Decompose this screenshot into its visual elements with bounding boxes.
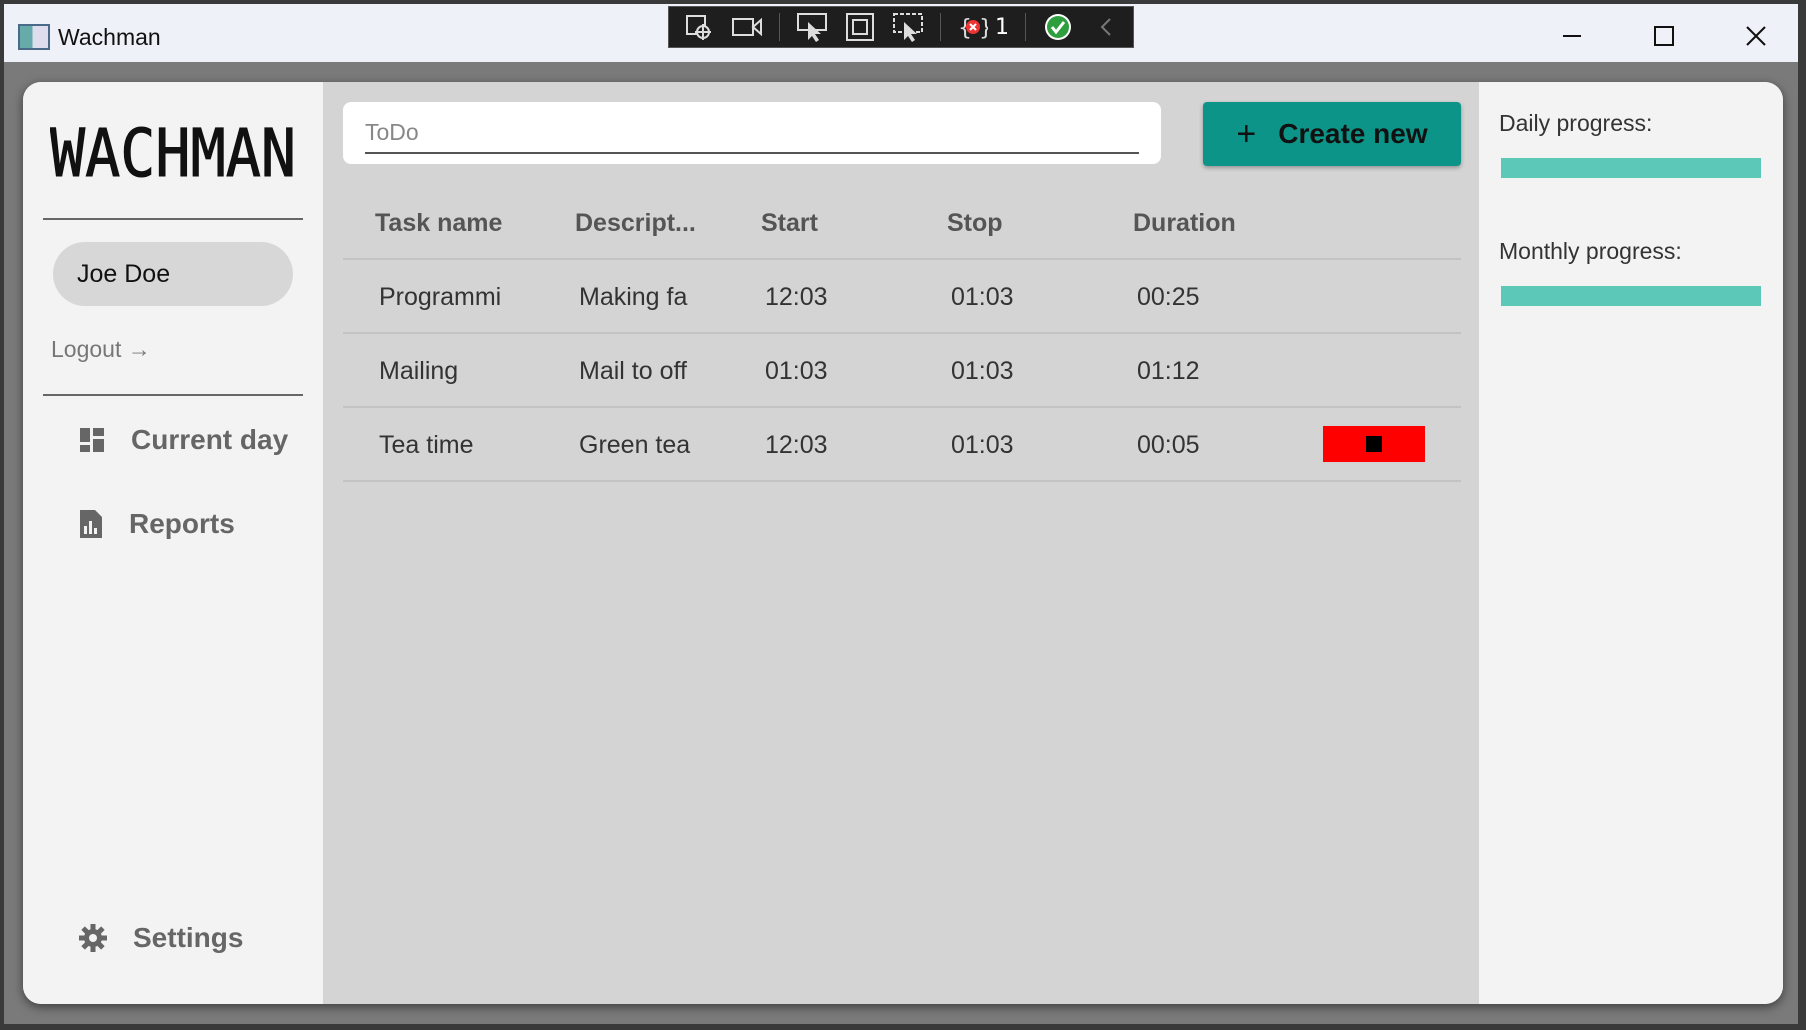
task-duration-cell: 00:05 <box>1137 430 1200 459</box>
close-icon <box>1746 26 1766 46</box>
daily-progress-fill <box>1501 158 1761 178</box>
progress-panel: Daily progress: Monthly progress: <box>1479 82 1783 1004</box>
plus-icon: + <box>1236 114 1257 153</box>
column-header[interactable]: Start <box>761 186 881 260</box>
binding-failures-icon[interactable]: {} <box>957 13 989 41</box>
task-duration-cell: 01:12 <box>1137 356 1200 385</box>
report-icon <box>80 510 102 538</box>
sidebar-divider <box>43 394 303 396</box>
sidebar: WACHMAN Joe Doe Logout → Current day Rep… <box>23 82 323 1004</box>
task-start-cell: 12:03 <box>765 282 828 311</box>
table-row[interactable]: Mailing Mail to off 01:03 01:03 01:12 <box>343 334 1461 408</box>
maximize-icon <box>1654 26 1674 46</box>
select-element-icon[interactable] <box>683 13 715 41</box>
nav-label: Settings <box>133 922 244 953</box>
task-stop-cell: 01:03 <box>951 356 1014 385</box>
hot-reload-ok-icon[interactable] <box>1042 13 1074 41</box>
task-stop-cell: 01:03 <box>951 282 1014 311</box>
table-row[interactable]: Tea time Green tea 12:03 01:03 00:05 <box>343 408 1461 482</box>
task-description-cell: Making fa <box>579 282 688 311</box>
app-card: WACHMAN Joe Doe Logout → Current day Rep… <box>23 82 1783 1004</box>
task-description-cell: Mail to off <box>579 356 687 385</box>
user-chip[interactable]: Joe Doe <box>53 242 293 306</box>
svg-text:}: } <box>979 16 988 41</box>
nav-reports[interactable]: Reports <box>79 508 235 540</box>
collapse-icon[interactable] <box>1090 13 1122 41</box>
nav-settings[interactable]: Settings <box>79 922 243 954</box>
task-start-cell: 01:03 <box>765 356 828 385</box>
dashboard-icon <box>80 428 104 452</box>
minimize-button[interactable] <box>1532 12 1612 60</box>
stop-icon <box>1366 436 1382 452</box>
toolbar-separator <box>940 13 941 41</box>
app-window: Wachman {} 1 <box>0 0 1806 1030</box>
minimize-icon <box>1563 35 1581 37</box>
create-new-button[interactable]: + Create new <box>1203 102 1461 166</box>
toolbar-separator <box>1025 13 1026 41</box>
monthly-progress-bar <box>1501 286 1761 306</box>
column-header[interactable]: Task name <box>375 186 515 260</box>
record-icon[interactable] <box>731 13 763 41</box>
task-description-cell: Green tea <box>579 430 691 459</box>
task-name-cell: Tea time <box>379 430 474 459</box>
nav-current-day[interactable]: Current day <box>79 424 288 456</box>
table-header: Task name Descript... Start Stop Duratio… <box>343 186 1461 260</box>
layout-adorner-icon[interactable] <box>844 13 876 41</box>
app-logo: WACHMAN <box>50 118 296 184</box>
task-table: Task name Descript... Start Stop Duratio… <box>343 186 1461 482</box>
column-header[interactable]: Duration <box>1133 186 1283 260</box>
monthly-progress-fill <box>1501 286 1761 306</box>
column-header[interactable]: Stop <box>947 186 1067 260</box>
window-title: Wachman <box>58 24 161 50</box>
app-icon <box>18 24 50 50</box>
daily-progress-bar <box>1501 158 1761 178</box>
task-input-container <box>343 102 1161 164</box>
gear-icon <box>79 924 107 952</box>
logout-link[interactable]: Logout → <box>51 336 151 363</box>
track-focus-icon[interactable] <box>892 13 924 42</box>
toolbar-separator <box>779 13 780 41</box>
logo-text: WACHMAN <box>50 118 296 184</box>
task-start-cell: 12:03 <box>765 430 828 459</box>
table-row[interactable]: Programmi Making fa 12:03 01:03 00:25 <box>343 260 1461 334</box>
daily-progress-label: Daily progress: <box>1499 110 1653 136</box>
create-new-label: Create new <box>1278 118 1428 149</box>
binding-failures-count: 1 <box>995 14 1009 40</box>
task-input[interactable] <box>365 112 1139 154</box>
stop-task-button[interactable] <box>1323 426 1425 462</box>
debug-toolbar: {} 1 <box>668 6 1134 48</box>
task-duration-cell: 00:25 <box>1137 282 1200 311</box>
maximize-button[interactable] <box>1624 12 1704 60</box>
pointer-select-icon[interactable] <box>796 13 828 42</box>
column-header[interactable]: Descript... <box>575 186 697 260</box>
sidebar-divider <box>43 218 303 220</box>
monthly-progress-label: Monthly progress: <box>1499 238 1682 264</box>
nav-label: Current day <box>131 424 289 455</box>
task-name-cell: Programmi <box>379 282 502 311</box>
task-stop-cell: 01:03 <box>951 430 1014 459</box>
nav-label: Reports <box>129 508 235 539</box>
task-name-cell: Mailing <box>379 356 459 385</box>
main-content: + Create new Task name Descript... Start… <box>323 82 1479 1004</box>
close-button[interactable] <box>1716 12 1796 60</box>
